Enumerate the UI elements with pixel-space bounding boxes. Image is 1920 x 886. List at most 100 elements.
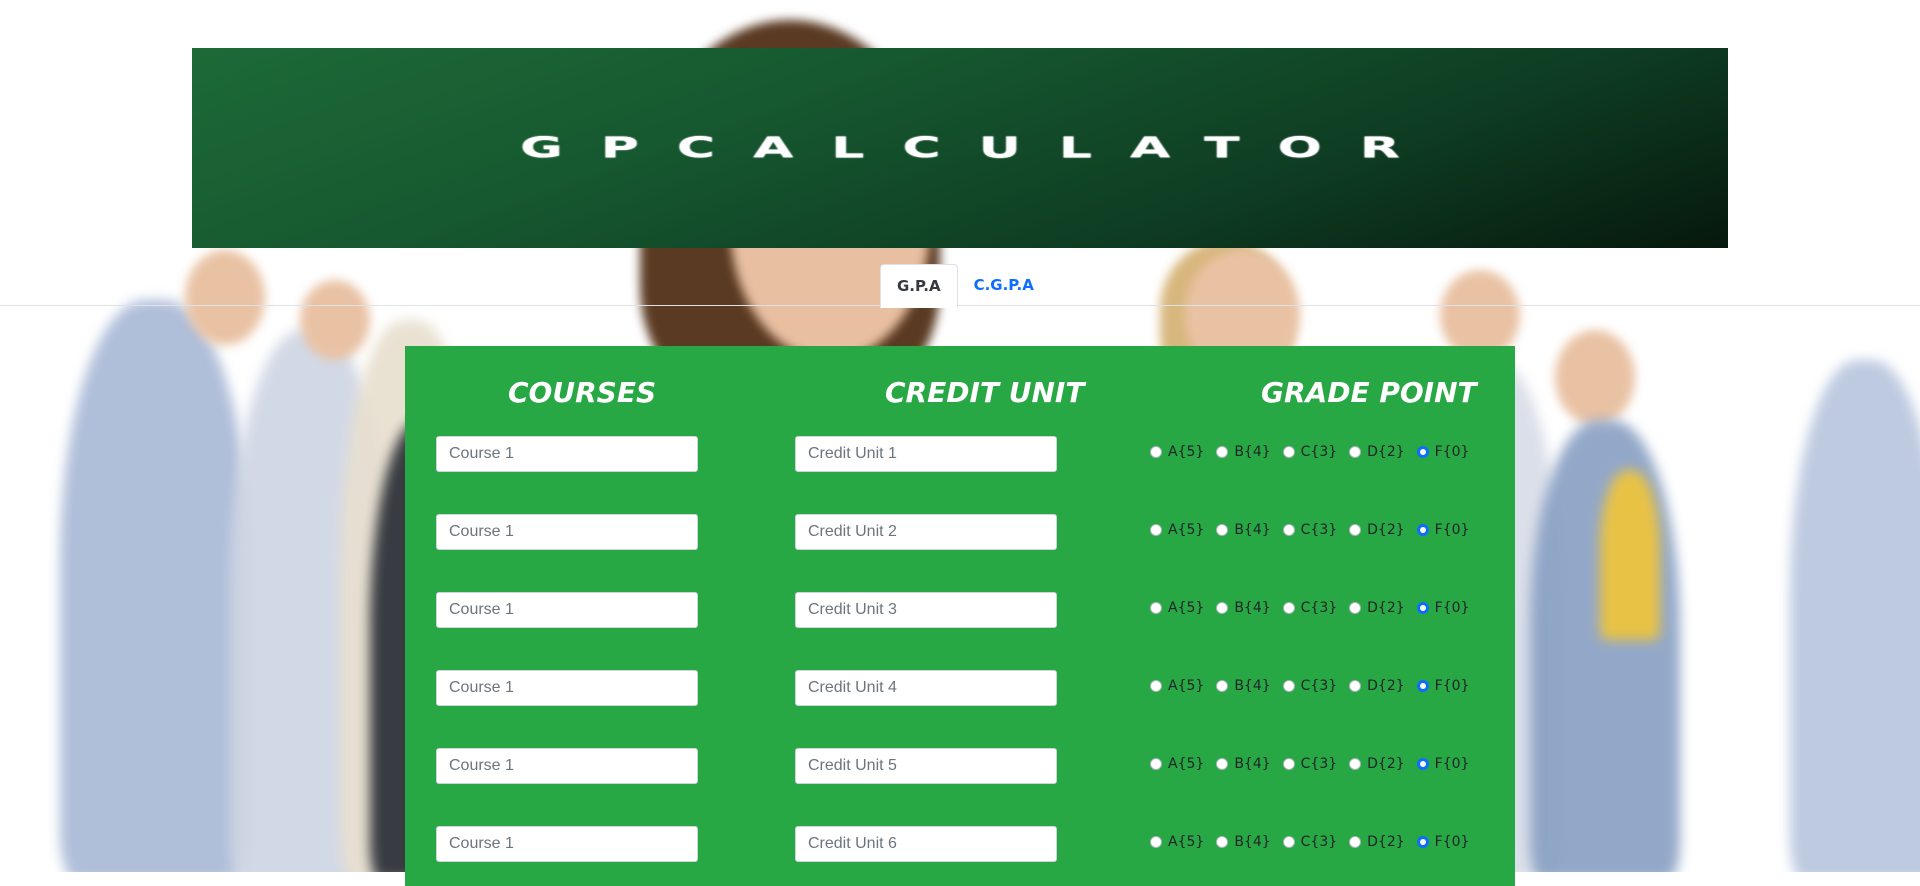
tab-gpa[interactable]: G.P.A <box>880 264 958 308</box>
grade-radio[interactable] <box>1150 758 1162 770</box>
grade-option[interactable]: F{0} <box>1416 444 1469 460</box>
grade-option[interactable]: A{5} <box>1150 756 1204 772</box>
grade-option[interactable]: D{2} <box>1349 834 1405 850</box>
credit-unit-input[interactable] <box>795 592 1057 628</box>
grade-option[interactable]: D{2} <box>1349 678 1405 694</box>
grade-label: A{5} <box>1168 600 1205 616</box>
grade-label: B{4} <box>1234 756 1271 772</box>
grade-radio[interactable] <box>1349 524 1362 536</box>
grade-option[interactable]: D{2} <box>1349 522 1405 538</box>
grade-radio[interactable] <box>1282 836 1295 848</box>
grade-label: C{3} <box>1300 678 1338 694</box>
grade-radio[interactable] <box>1416 836 1429 848</box>
grade-option[interactable]: F{0} <box>1416 756 1470 772</box>
grade-option[interactable]: D{2} <box>1349 600 1405 616</box>
grade-radio[interactable] <box>1416 524 1429 536</box>
grade-radio[interactable] <box>1216 524 1229 536</box>
grade-radio[interactable] <box>1282 680 1295 692</box>
grade-point-heading: GRADE POINT <box>1261 376 1477 409</box>
grade-option[interactable]: B{4} <box>1216 834 1271 850</box>
grade-option[interactable]: A{5} <box>1150 522 1204 538</box>
grade-option[interactable]: F{0} <box>1416 678 1469 694</box>
grade-radio[interactable] <box>1416 446 1429 458</box>
grade-radio[interactable] <box>1416 602 1429 614</box>
grade-label: F{0} <box>1434 834 1470 850</box>
credit-unit-input[interactable] <box>795 670 1057 706</box>
grade-option[interactable]: C{3} <box>1282 678 1338 694</box>
credit-unit-input[interactable] <box>795 748 1057 784</box>
grade-radio[interactable] <box>1150 524 1162 536</box>
course-row: A{5} B{4} C{3} D{2} F{0} <box>405 514 1515 554</box>
grade-label: A{5} <box>1168 678 1205 694</box>
grade-option[interactable]: F{0} <box>1416 522 1469 538</box>
grade-radio[interactable] <box>1282 758 1295 770</box>
course-input[interactable] <box>436 436 698 472</box>
grade-radio-group: A{5} B{4} C{3} D{2} F{0} <box>1150 674 1481 698</box>
grade-radio-group: A{5} B{4} C{3} D{2} F{0} <box>1150 440 1481 464</box>
grade-radio[interactable] <box>1282 446 1295 458</box>
grade-radio[interactable] <box>1349 602 1362 614</box>
grade-label: F{0} <box>1434 600 1470 616</box>
grade-label: F{0} <box>1434 756 1470 772</box>
grade-radio[interactable] <box>1349 680 1362 692</box>
grade-label: A{5} <box>1168 756 1205 772</box>
course-input[interactable] <box>436 748 698 784</box>
grade-option[interactable]: B{4} <box>1216 600 1271 616</box>
grade-radio[interactable] <box>1416 758 1429 770</box>
credit-unit-input[interactable] <box>795 514 1057 550</box>
grade-radio[interactable] <box>1216 446 1229 458</box>
grade-radio[interactable] <box>1150 836 1162 848</box>
grade-option[interactable]: C{3} <box>1282 600 1337 616</box>
grade-option[interactable]: A{5} <box>1150 678 1204 694</box>
grade-radio[interactable] <box>1150 446 1162 458</box>
grade-option[interactable]: B{4} <box>1216 522 1271 538</box>
course-input[interactable] <box>436 592 698 628</box>
grade-radio[interactable] <box>1150 680 1162 692</box>
tab-cgpa[interactable]: C.G.P.A <box>958 264 1050 308</box>
course-row: A{5} B{4} C{3} D{2} F{0} <box>405 436 1515 476</box>
grade-label: A{5} <box>1168 834 1205 850</box>
grade-option[interactable]: D{2} <box>1349 444 1405 460</box>
grade-label: A{5} <box>1168 522 1205 538</box>
grade-radio[interactable] <box>1349 446 1362 458</box>
grade-option[interactable]: B{4} <box>1216 678 1271 694</box>
grade-radio-group: A{5} B{4} C{3} D{2} F{0} <box>1150 596 1481 620</box>
grade-radio[interactable] <box>1216 758 1229 770</box>
grade-radio[interactable] <box>1216 680 1229 692</box>
grade-option[interactable]: D{2} <box>1349 756 1405 772</box>
courses-heading: COURSES <box>508 376 657 409</box>
grade-radio[interactable] <box>1282 524 1295 536</box>
grade-option[interactable]: C{3} <box>1282 756 1337 772</box>
grade-option[interactable]: B{4} <box>1216 444 1271 460</box>
grade-label: D{2} <box>1367 834 1405 850</box>
course-input[interactable] <box>436 826 698 862</box>
grade-label: D{2} <box>1367 600 1405 616</box>
grade-option[interactable]: C{3} <box>1282 522 1337 538</box>
grade-option[interactable]: A{5} <box>1150 834 1204 850</box>
credit-unit-input[interactable] <box>795 826 1057 862</box>
grade-radio[interactable] <box>1416 680 1429 692</box>
grade-option[interactable]: F{0} <box>1416 600 1470 616</box>
grade-option[interactable]: A{5} <box>1150 444 1204 460</box>
grade-option[interactable]: A{5} <box>1150 600 1204 616</box>
grade-label: B{4} <box>1234 600 1271 616</box>
grade-option[interactable]: C{3} <box>1282 834 1337 850</box>
credit-unit-input[interactable] <box>795 436 1057 472</box>
course-input[interactable] <box>436 670 698 706</box>
grade-radio[interactable] <box>1216 836 1229 848</box>
nav-tabs: G.P.A C.G.P.A <box>880 264 1050 308</box>
course-input[interactable] <box>436 514 698 550</box>
grade-label: A{5} <box>1168 444 1205 460</box>
banner-title: GPCALCULATOR <box>520 131 1438 165</box>
grade-label: C{3} <box>1300 444 1338 460</box>
grade-radio[interactable] <box>1349 836 1362 848</box>
grade-radio[interactable] <box>1349 758 1362 770</box>
course-row: A{5} B{4} C{3} D{2} F{0} <box>405 748 1515 788</box>
header-banner: GPCALCULATOR <box>192 48 1728 248</box>
grade-radio[interactable] <box>1150 602 1162 614</box>
grade-option[interactable]: C{3} <box>1282 444 1338 460</box>
grade-option[interactable]: F{0} <box>1416 834 1470 850</box>
grade-radio[interactable] <box>1216 602 1229 614</box>
grade-option[interactable]: B{4} <box>1216 756 1271 772</box>
grade-radio[interactable] <box>1282 602 1295 614</box>
